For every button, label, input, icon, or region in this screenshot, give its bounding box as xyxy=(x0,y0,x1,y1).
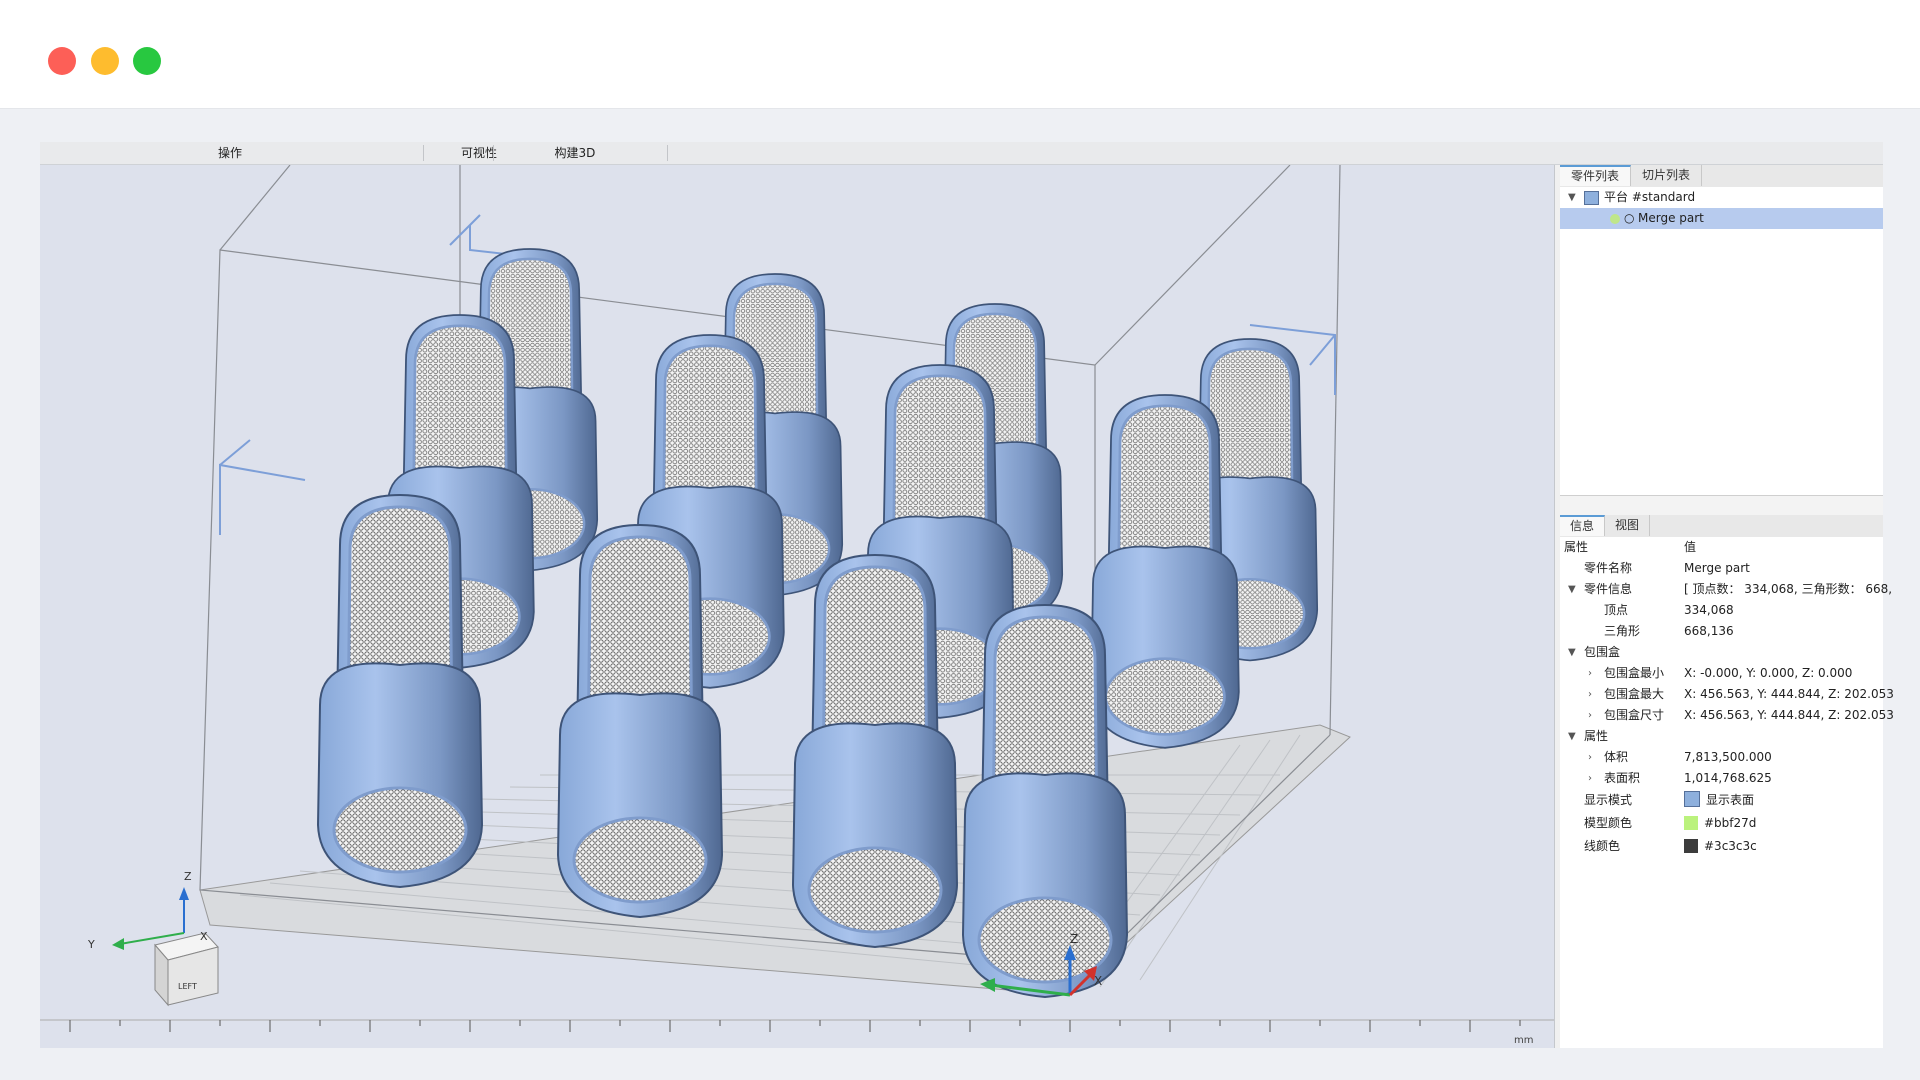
chevron-right-icon[interactable]: › xyxy=(1588,663,1592,684)
tree-item-platform[interactable]: ▼ 平台 #standard xyxy=(1560,187,1883,208)
line-color-text: #3c3c3c xyxy=(1704,839,1757,853)
prop-row-bbox-min[interactable]: › 包围盒最小 X: -0.000, Y: 0.000, Z: 0.000 xyxy=(1560,663,1883,684)
prop-label: 属性 xyxy=(1584,729,1609,743)
prop-row-model-color[interactable]: 模型颜色 #bbf27d xyxy=(1560,813,1883,834)
prop-value: 334,068 xyxy=(1684,603,1734,617)
prop-row-part-name[interactable]: 零件名称 Merge part xyxy=(1560,558,1883,579)
chevron-right-icon[interactable]: › xyxy=(1588,768,1592,789)
prop-row-volume[interactable]: › 体积 7,813,500.000 xyxy=(1560,747,1883,768)
prop-value: X: -0.000, Y: 0.000, Z: 0.000 xyxy=(1684,666,1853,680)
origin-z-label: Z xyxy=(1070,932,1078,946)
prop-value: 7,813,500.000 xyxy=(1684,750,1772,764)
prop-label: 包围盒尺寸 xyxy=(1604,708,1665,722)
chevron-right-icon[interactable]: › xyxy=(1588,684,1592,705)
prop-value[interactable]: #3c3c3c xyxy=(1684,836,1757,857)
part-tree: ▼ 平台 #standard ○ Merge part xyxy=(1560,187,1883,496)
close-window-button[interactable] xyxy=(48,47,76,75)
right-panel: 零件列表 切片列表 ▼ 平台 #standard ○ Merge part 信息… xyxy=(1560,165,1894,1048)
bottom-ruler xyxy=(40,1019,1554,1032)
gizmo-x-label: X xyxy=(200,930,208,943)
properties-table: 属性 值 零件名称 Merge part ▼ 零件信息 [ 顶点数： 334,0… xyxy=(1560,537,1894,1048)
prop-row-surface-area[interactable]: › 表面积 1,014,768.625 xyxy=(1560,768,1883,789)
prop-label: 显示模式 xyxy=(1584,793,1633,807)
tab-view[interactable]: 视图 xyxy=(1605,515,1650,536)
window-titlebar xyxy=(0,0,1920,109)
chevron-down-icon[interactable]: ▼ xyxy=(1568,579,1576,600)
prop-row-bbox-max[interactable]: › 包围盒最大 X: 456.563, Y: 444.844, Z: 202.0… xyxy=(1560,684,1894,705)
view-cube[interactable] xyxy=(112,887,219,1007)
header-name: 属性 xyxy=(1564,540,1589,554)
tree-part-label: Merge part xyxy=(1638,211,1704,225)
view-cube-face-label: LEFT xyxy=(178,982,197,991)
info-tabs: 信息 视图 xyxy=(1560,515,1883,538)
model-color-text: #bbf27d xyxy=(1704,816,1757,830)
tab-info[interactable]: 信息 xyxy=(1560,515,1605,536)
tree-platform-label: 平台 #standard xyxy=(1604,190,1696,204)
prop-row-display-mode[interactable]: 显示模式 显示表面 xyxy=(1560,790,1883,811)
surface-mode-icon xyxy=(1684,791,1700,807)
menu-bar: 操作 可视性 构建3D xyxy=(40,142,1883,165)
part-tabs: 零件列表 切片列表 xyxy=(1560,165,1883,188)
platform-icon xyxy=(1584,191,1599,205)
app-window: 操作 可视性 构建3D Z X Z X Y LEFT mm 零件列表 切片列表 … xyxy=(40,142,1894,1048)
prop-row-triangles[interactable]: 三角形 668,136 xyxy=(1560,621,1883,642)
ruler-unit-label: mm xyxy=(1514,1035,1533,1046)
prop-row-line-color[interactable]: 线颜色 #3c3c3c xyxy=(1560,836,1883,857)
menu-divider xyxy=(667,145,668,161)
line-color-swatch[interactable] xyxy=(1684,839,1698,853)
prop-label: 包围盒最小 xyxy=(1604,666,1665,680)
prop-value[interactable]: 显示表面 xyxy=(1684,790,1754,811)
tree-item-merge-part[interactable]: ○ Merge part xyxy=(1560,208,1883,229)
prop-value: 1,014,768.625 xyxy=(1684,771,1772,785)
3d-viewport[interactable]: Z X Z X Y LEFT mm xyxy=(40,165,1555,1048)
prop-label: 零件名称 xyxy=(1584,561,1633,575)
prop-label: 包围盒 xyxy=(1584,645,1621,659)
prop-label: 模型颜色 xyxy=(1584,816,1633,830)
prop-value: Merge part xyxy=(1684,561,1750,575)
header-value: 值 xyxy=(1684,540,1697,554)
prop-value: 668,136 xyxy=(1684,624,1734,638)
chevron-down-icon[interactable]: ▼ xyxy=(1568,726,1576,747)
gizmo-y-label: Y xyxy=(87,938,95,951)
prop-label: 零件信息 xyxy=(1584,582,1633,596)
chevron-down-icon[interactable]: ▼ xyxy=(1568,642,1576,663)
prop-label: 表面积 xyxy=(1604,771,1641,785)
prop-label: 顶点 xyxy=(1604,603,1629,617)
menu-build-3d[interactable]: 构建3D xyxy=(520,142,630,164)
visibility-dot-icon[interactable] xyxy=(1610,214,1620,224)
tab-slice-list[interactable]: 切片列表 xyxy=(1631,165,1702,186)
chevron-right-icon[interactable]: › xyxy=(1588,747,1592,768)
origin-x-label: X xyxy=(1094,974,1102,988)
prop-label: 包围盒最大 xyxy=(1604,687,1665,701)
lightbulb-icon[interactable]: ○ xyxy=(1624,208,1634,229)
gizmo-z-label: Z xyxy=(184,870,192,883)
prop-label: 线颜色 xyxy=(1584,839,1621,853)
tab-part-list[interactable]: 零件列表 xyxy=(1560,165,1631,186)
prop-row-attributes[interactable]: ▼ 属性 xyxy=(1560,726,1883,747)
prop-value: X: 456.563, Y: 444.844, Z: 202.053 xyxy=(1684,687,1894,701)
chevron-right-icon[interactable]: › xyxy=(1588,705,1592,726)
menu-visibility[interactable]: 可视性 xyxy=(424,142,534,164)
prop-value: [ 顶点数： 334,068, 三角形数： 668, xyxy=(1684,582,1893,596)
prop-row-vertices[interactable]: 顶点 334,068 xyxy=(1560,600,1883,621)
prop-label: 体积 xyxy=(1604,750,1629,764)
minimize-window-button[interactable] xyxy=(91,47,119,75)
prop-row-bbox-size[interactable]: › 包围盒尺寸 X: 456.563, Y: 444.844, Z: 202.0… xyxy=(1560,705,1894,726)
3d-scene[interactable]: Z X Z X Y LEFT mm xyxy=(40,165,1554,1048)
display-mode-text: 显示表面 xyxy=(1706,793,1755,807)
model-color-swatch[interactable] xyxy=(1684,816,1698,830)
prop-value: X: 456.563, Y: 444.844, Z: 202.053 xyxy=(1684,708,1894,722)
maximize-window-button[interactable] xyxy=(133,47,161,75)
chevron-down-icon[interactable]: ▼ xyxy=(1568,187,1576,208)
prop-label: 三角形 xyxy=(1604,624,1641,638)
menu-divider xyxy=(493,145,494,161)
prop-row-bbox[interactable]: ▼ 包围盒 xyxy=(1560,642,1883,663)
properties-header: 属性 值 xyxy=(1560,537,1883,558)
menu-operations[interactable]: 操作 xyxy=(40,142,420,164)
prop-row-part-info[interactable]: ▼ 零件信息 [ 顶点数： 334,068, 三角形数： 668, xyxy=(1560,579,1892,600)
prop-value[interactable]: #bbf27d xyxy=(1684,813,1756,834)
